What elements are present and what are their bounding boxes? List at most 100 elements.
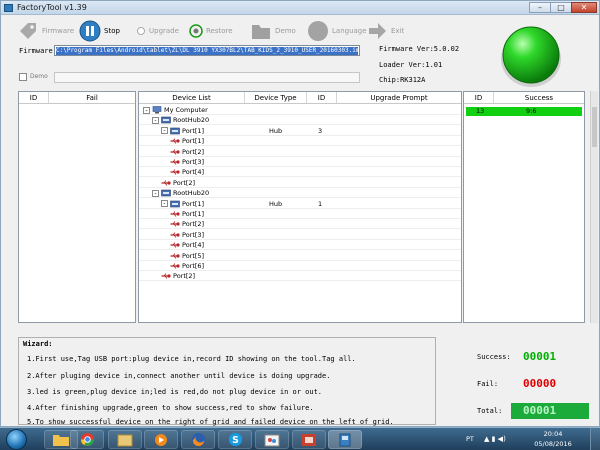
column-header-fail[interactable]: Fail <box>49 92 135 103</box>
usb-port-icon <box>170 221 180 228</box>
taskbar: S PT ▲ ▮ ◀) 20:04 05/08/2016 <box>0 427 600 450</box>
taskbar-presentation-button[interactable] <box>292 430 326 449</box>
taskbar-explorer-button[interactable] <box>108 430 142 449</box>
column-header-id[interactable]: ID <box>19 92 49 103</box>
device-name: Port[2] <box>173 272 196 281</box>
device-tree-row[interactable]: Port[1] <box>139 136 461 147</box>
restore-check-icon <box>189 24 203 38</box>
device-name: My Computer <box>164 106 208 114</box>
device-tree-row[interactable]: Port[4] <box>139 240 461 251</box>
firmware-path-input[interactable]: C:\Program Files\Android\tablet\ZL\DL 39… <box>54 45 360 56</box>
device-tree-row[interactable]: Port[2] <box>139 219 461 230</box>
presentation-icon <box>302 433 316 446</box>
show-desktop-button[interactable] <box>590 428 600 450</box>
skype-icon: S <box>228 432 242 447</box>
usb-port-icon <box>170 159 180 165</box>
device-tree-row[interactable]: - Port[1] Hub 1 <box>139 199 461 209</box>
device-tree-row[interactable]: - RootHub20 <box>139 115 461 126</box>
restore-radio[interactable]: Restore <box>189 19 233 43</box>
firmware-label: Firmware <box>19 47 53 55</box>
taskbar-firefox-button[interactable] <box>181 430 215 449</box>
fail-table[interactable]: ID Fail <box>18 91 136 323</box>
taskbar-paint-button[interactable] <box>255 430 289 449</box>
fail-count-label: Fail: <box>477 380 499 388</box>
device-tree-row[interactable]: Port[2] <box>139 271 461 282</box>
device-name-cell: Port[2] <box>170 219 204 229</box>
device-name-cell: Port[6] <box>170 261 204 271</box>
device-type-cell: Hub <box>269 126 283 135</box>
total-count: 00001 <box>511 403 589 419</box>
collapse-toggle-icon[interactable]: - <box>161 200 168 208</box>
clock-date[interactable]: 05/08/2016 <box>533 440 573 448</box>
tray-language[interactable]: PT <box>466 435 474 443</box>
taskbar-media-button[interactable] <box>144 430 178 449</box>
device-tree-row[interactable]: Port[4] <box>139 167 461 178</box>
wizard-step: 3.led is green,plug device in;led is red… <box>27 388 323 396</box>
device-tree-row[interactable]: Port[3] <box>139 157 461 167</box>
collapse-toggle-icon[interactable]: - <box>143 106 150 114</box>
usb-port-icon <box>170 169 180 176</box>
usb-port-icon <box>161 273 171 280</box>
close-button[interactable]: ✕ <box>571 2 597 13</box>
wizard-step: 5.To show successful device on the right… <box>27 418 394 426</box>
taskbar-chrome-button[interactable] <box>70 430 104 449</box>
success-count-label: Success: <box>477 353 511 361</box>
firmware-button[interactable]: Firmware <box>17 19 74 43</box>
device-tree-row[interactable]: Port[2] <box>139 178 461 188</box>
tray-icons[interactable]: ▲ ▮ ◀) <box>484 435 506 443</box>
wizard-title: Wizard: <box>23 340 53 348</box>
device-tree-row[interactable]: Port[6] <box>139 261 461 271</box>
column-header-upgrade-prompt[interactable]: Upgrade Prompt <box>337 92 461 103</box>
clock-time[interactable]: 20:04 <box>533 430 573 438</box>
paint-icon <box>264 434 280 446</box>
maximize-button[interactable]: □ <box>550 2 572 13</box>
firmware-button-label: Firmware <box>42 27 75 35</box>
start-button[interactable] <box>6 429 27 450</box>
collapse-toggle-icon[interactable]: - <box>152 116 159 124</box>
demo-button[interactable]: Demo <box>250 19 296 43</box>
device-tree-row[interactable]: Port[1] <box>139 209 461 219</box>
column-header-success[interactable]: Success <box>494 92 584 103</box>
chrome-icon <box>80 432 94 447</box>
device-tree-row[interactable]: - Port[1] Hub 3 <box>139 126 461 136</box>
device-name-cell: Port[1] <box>170 136 204 146</box>
collapse-toggle-icon[interactable]: - <box>152 189 159 197</box>
success-row[interactable]: 13 9:6 <box>466 107 582 116</box>
success-table[interactable]: ID Success 13 9:6 <box>463 91 585 323</box>
usb-hub-icon <box>161 189 171 197</box>
demo-button-label: Demo <box>275 27 296 35</box>
device-name-cell: Port[1] <box>170 209 204 219</box>
device-tree-row[interactable]: Port[5] <box>139 251 461 261</box>
title-bar[interactable]: FactoryTool v1.39 – □ ✕ <box>1 1 599 15</box>
column-header-device-type[interactable]: Device Type <box>245 92 307 103</box>
success-row-value: 9:6 <box>526 107 537 115</box>
demo-checkbox[interactable] <box>19 73 27 81</box>
device-tree-row[interactable]: Port[2] <box>139 147 461 157</box>
stop-button[interactable]: Stop <box>79 19 120 43</box>
column-header-device-list[interactable]: Device List <box>139 92 245 103</box>
scrollbar-thumb[interactable] <box>592 107 597 147</box>
device-tree-row[interactable]: Port[3] <box>139 230 461 240</box>
taskbar-skype-button[interactable]: S <box>218 430 252 449</box>
device-name: Port[2] <box>173 178 196 187</box>
explorer-icon <box>117 434 133 446</box>
device-tree-row[interactable]: - My Computer <box>139 105 461 115</box>
device-table[interactable]: Device List Device Type ID Upgrade Promp… <box>138 91 462 323</box>
device-tree-row[interactable]: - RootHub20 <box>139 188 461 199</box>
column-header-id[interactable]: ID <box>464 92 494 103</box>
upgrade-radio[interactable]: Upgrade <box>137 19 179 43</box>
device-name: Port[3] <box>182 230 205 239</box>
app-icon <box>4 4 13 12</box>
taskbar-factorytool-button[interactable] <box>328 430 362 449</box>
vertical-scrollbar[interactable] <box>590 91 598 323</box>
demo-path-input[interactable] <box>54 72 360 83</box>
minimize-button[interactable]: – <box>529 2 551 13</box>
exit-button[interactable]: Exit <box>366 19 404 43</box>
language-button[interactable]: Language <box>307 19 367 43</box>
column-header-id[interactable]: ID <box>307 92 337 103</box>
device-name: RootHub20 <box>173 189 210 198</box>
firmware-version: Firmware Ver:5.0.02 <box>379 45 460 53</box>
collapse-toggle-icon[interactable]: - <box>161 127 168 135</box>
device-name: Port[1] <box>182 210 205 218</box>
device-name: Port[1] <box>182 126 205 135</box>
